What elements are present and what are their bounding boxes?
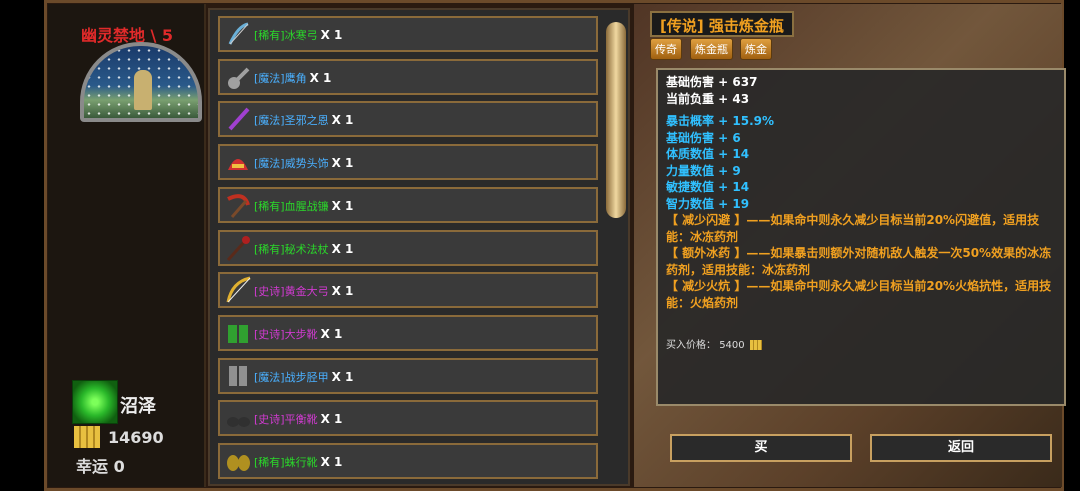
dagger-icon <box>228 108 250 131</box>
gold-small-icon <box>749 340 762 350</box>
item-rarity: [魔法] <box>254 157 285 171</box>
item-quantity: X 1 <box>320 28 343 42</box>
item-name: 平衡靴 <box>284 413 318 427</box>
item-name: 冰寒弓 <box>284 29 318 42</box>
effect-text: 【 减少火炕 】——如果命中则永久减少目标当前20%火焰抗性，适用技能：火焰药剂 <box>666 279 1052 310</box>
item-name: 战步胫甲 <box>284 370 329 384</box>
item-quantity: X 1 <box>320 412 343 427</box>
scythe-icon <box>227 193 250 218</box>
bonus-stat: 基础伤害 + 6 <box>666 130 741 145</box>
list-item[interactable]: [史诗]黄金大弓 X 1 <box>218 272 598 309</box>
list-item[interactable]: [魔法]威势头饰 X 1 <box>218 144 598 181</box>
base-stat: 基础伤害 + 637 <box>666 75 758 89</box>
zone-portrait <box>80 42 202 122</box>
item-tag: 炼金 <box>740 38 772 60</box>
helmet-icon <box>228 159 248 171</box>
bow-icon <box>228 22 249 45</box>
item-rarity: [稀有] <box>254 199 285 213</box>
item-rarity: [魔法] <box>254 71 285 85</box>
item-list[interactable]: [稀有]冰寒弓 X 1 [魔法]鹰角 X 1 [魔法]圣邪之恩 X 1 [魔法]威势头饰 X … <box>208 8 630 486</box>
item-quantity: X 1 <box>331 241 354 256</box>
price-label: 买入价格： <box>666 340 716 351</box>
item-tag: 传奇 <box>650 38 682 60</box>
list-item[interactable]: [稀有]冰寒弓 X 1 <box>218 16 598 52</box>
item-name: 蛛行靴 <box>284 456 318 469</box>
item-name: 圣邪之恩 <box>284 114 329 128</box>
item-rarity: [史诗] <box>254 285 285 299</box>
shoes-icon <box>227 417 250 428</box>
boots-icon <box>228 324 248 343</box>
bonus-stat: 体质数值 + 14 <box>666 147 750 161</box>
gold-coins-icon <box>74 426 100 448</box>
longbow-icon <box>226 276 251 303</box>
item-rarity: [魔法] <box>254 114 285 128</box>
item-quantity: X 1 <box>320 455 343 469</box>
item-rarity: [稀有] <box>254 242 285 256</box>
scrollbar-thumb[interactable] <box>606 22 626 218</box>
item-name: 血腥战镰 <box>284 199 329 213</box>
swamp-terrain-icon <box>72 380 118 424</box>
terrain-label: 沼泽 <box>120 396 156 417</box>
list-item[interactable]: [魔法]战步胫甲 X 1 <box>218 357 598 394</box>
item-name: 秘术法杖 <box>284 242 329 256</box>
item-name: 威势头饰 <box>284 157 329 171</box>
bonus-stat: 敏捷数值 + 14 <box>666 180 750 194</box>
item-stats-box: 基础伤害 + 637 当前负重 + 43 暴击概率 + 15.9% 基础伤害 +… <box>656 68 1066 406</box>
item-name: 黄金大弓 <box>284 285 329 299</box>
list-item[interactable]: [魔法]圣邪之恩 X 1 <box>218 101 598 138</box>
greaves-icon <box>229 365 247 386</box>
buy-button[interactable]: 买 <box>670 434 852 462</box>
item-tag: 炼金瓶 <box>690 38 733 60</box>
character-figure <box>134 70 152 110</box>
price-value: 5400 <box>719 340 745 351</box>
list-item[interactable]: [稀有]秘术法杖 X 1 <box>218 229 598 266</box>
item-rarity: [史诗] <box>254 327 285 341</box>
item-rarity: [史诗] <box>254 413 285 427</box>
item-rarity: [稀有] <box>254 29 285 42</box>
list-item[interactable]: [稀有]蛛行靴 X 1 <box>218 443 598 479</box>
item-detail-panel: [传说] 强击炼金瓶 传奇 炼金瓶 炼金 基础伤害 + 637 当前负重 + 4… <box>634 4 1066 487</box>
list-item[interactable]: [魔法]鹰角 X 1 <box>218 58 598 95</box>
luck-stat: 幸运 0 <box>76 457 125 476</box>
gold-amount: 14690 <box>108 428 164 447</box>
bonus-stat: 力量数值 + 9 <box>666 163 741 178</box>
effect-text: 【 减少闪避 】——如果命中则永久减少目标当前20%闪避值，适用技能：冰冻药剂 <box>666 213 1040 244</box>
item-quantity: X 1 <box>331 369 354 384</box>
list-item[interactable]: [史诗]平衡靴 X 1 <box>218 400 598 437</box>
item-rarity: [稀有] <box>254 456 285 469</box>
item-quantity: X 1 <box>309 70 332 85</box>
item-quantity: X 1 <box>331 284 354 299</box>
item-name: 大步靴 <box>284 327 318 341</box>
list-item[interactable]: [稀有]血腥战镰 X 1 <box>218 186 598 223</box>
item-quantity: X 1 <box>331 113 354 128</box>
item-quantity: X 1 <box>331 198 354 213</box>
item-name: 鹰角 <box>284 71 307 85</box>
base-stat: 当前负重 + 43 <box>666 91 750 106</box>
list-item[interactable]: [史诗]大步靴 X 1 <box>218 314 598 351</box>
item-rarity: [魔法] <box>254 370 285 384</box>
back-button[interactable]: 返回 <box>870 434 1052 462</box>
item-quantity: X 1 <box>320 326 343 341</box>
spider-boots-icon <box>227 455 250 471</box>
bonus-stat: 暴击概率 + 15.9% <box>666 114 775 128</box>
horn-icon <box>228 67 250 89</box>
bonus-stat: 智力数值 + 19 <box>666 196 750 211</box>
effect-text: 【 额外冰药 】——如果暴击则额外对随机敌人触发一次50%效果的冰冻药剂，适用技… <box>666 246 1052 277</box>
item-title: [传说] 强击炼金瓶 <box>650 11 794 37</box>
item-quantity: X 1 <box>331 156 354 171</box>
price-row: 买入价格： 5400 <box>666 338 762 355</box>
staff-icon <box>226 235 250 261</box>
